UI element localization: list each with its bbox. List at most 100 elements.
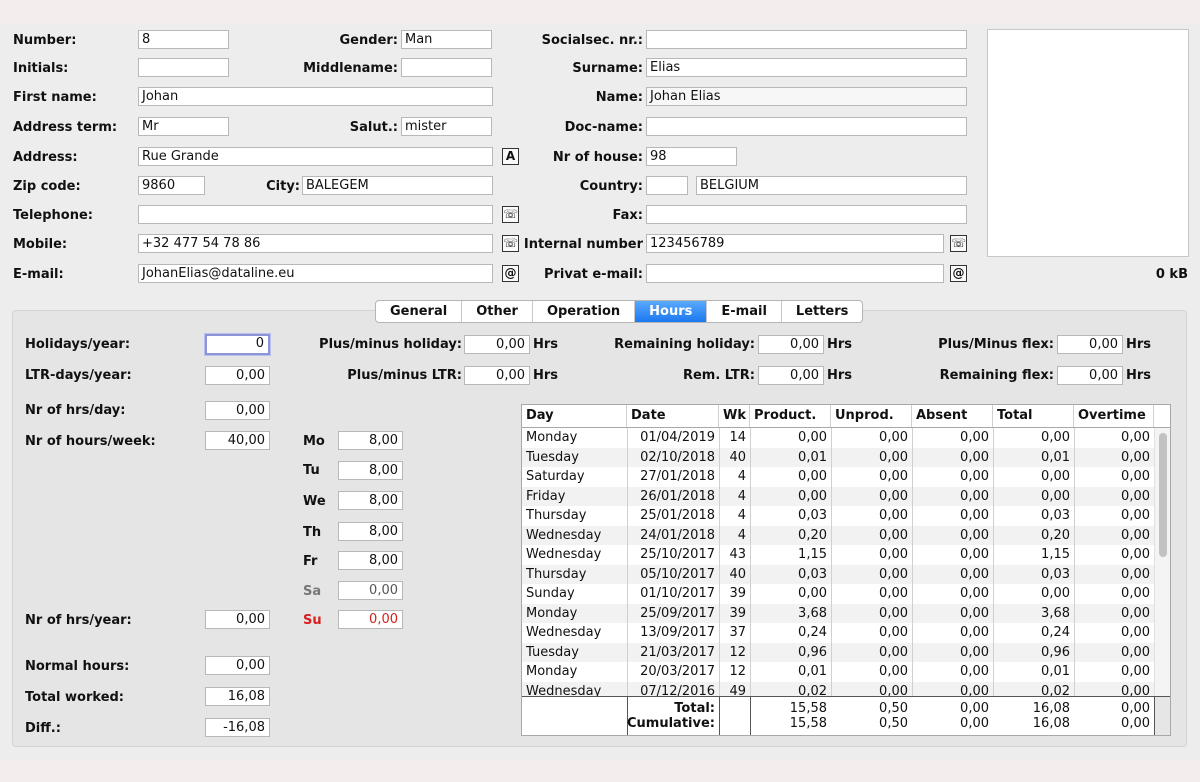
tab-letters[interactable]: Letters [782,301,862,322]
diff-label: Diff.: [25,721,61,736]
number-field[interactable]: 8 [138,30,229,49]
total-total: 16,08 [1032,701,1070,716]
col-overtime[interactable]: Overtime [1074,405,1154,427]
tab-email[interactable]: E-mail [707,301,782,322]
cell-unprod: 0,00 [879,566,908,582]
diff-field[interactable]: -16,08 [205,718,270,737]
name-label: Name: [595,90,643,105]
cell-unprod: 0,00 [879,469,908,484]
table-row[interactable]: Wednesday 24/01/2018 4 0,20 0,00 0,00 0,20 0,00 [522,525,1154,545]
firstname-field[interactable]: Johan [138,87,493,106]
country-code-field[interactable] [646,176,688,195]
normal-field[interactable]: 0,00 [205,656,270,675]
table-row[interactable]: Sunday 01/10/2017 39 0,00 0,00 0,00 0,00 0,00 [522,584,1154,604]
col-divider [1074,428,1075,696]
col-wk[interactable]: Wk [719,405,750,427]
name-field[interactable]: Johan Elias [646,87,967,106]
privemail-send-icon[interactable]: @ [950,265,967,282]
day-field-tu[interactable]: 8,00 [338,461,403,480]
table-row[interactable]: Thursday 05/10/2017 40 0,03 0,00 0,00 0,03 0,00 [522,564,1154,584]
internal-call-icon[interactable]: ☏ [950,235,967,252]
cell-date: 25/09/2017 [640,605,715,621]
cell-overtime: 0,00 [1121,547,1150,562]
normal-label: Normal hours: [25,659,130,674]
day-field-th[interactable]: 8,00 [338,522,403,541]
hrsweek-field[interactable]: 40,00 [205,431,270,450]
cell-unprod: 0,00 [879,625,908,640]
docname-field[interactable] [646,117,967,136]
cell-total: 3,68 [1041,605,1070,621]
cell-wk: 4 [737,469,746,484]
hrsyear-field[interactable]: 0,00 [205,610,270,629]
cumulative-unprod: 0,50 [879,716,908,731]
col-unprod[interactable]: Unprod. [831,405,912,427]
table-row[interactable]: Wednesday 13/09/2017 37 0,24 0,00 0,00 0,24 0,0… [522,623,1154,643]
pm-flex-field[interactable]: 0,00 [1057,335,1123,354]
table-row[interactable]: Tuesday 02/10/2018 40 0,01 0,00 0,00 0,01 0,00 [522,447,1154,467]
pm-holiday-field[interactable]: 0,00 [464,335,530,354]
table-row[interactable]: Monday 25/09/2017 39 3,68 0,00 0,00 3,68 0,00 [522,603,1154,623]
cell-wk: 39 [729,605,746,621]
zip-field[interactable]: 9860 [138,176,205,195]
middlename-field[interactable] [401,58,492,77]
holidays-field[interactable]: 0 [205,334,270,355]
col-product[interactable]: Product. [750,405,831,427]
tab-operation[interactable]: Operation [533,301,636,322]
country-field[interactable]: BELGIUM [696,176,967,195]
col-absent[interactable]: Absent [912,405,993,427]
table-row[interactable]: Monday 01/04/2019 14 0,00 0,00 0,00 0,00 0,00 [522,428,1154,448]
cell-total: 0,00 [1041,488,1070,504]
cell-absent: 0,00 [960,566,989,582]
day-field-su[interactable]: 0,00 [338,610,403,629]
cumulative-absent: 0,00 [960,716,989,731]
address-field[interactable]: Rue Grande [138,147,493,166]
footer-scroll-gap [1155,697,1170,735]
table-row[interactable]: Monday 20/03/2017 12 0,01 0,00 0,00 0,01 0,00 [522,662,1154,682]
mobile-field[interactable]: +32 477 54 78 86 [138,234,493,253]
photo-box[interactable] [987,29,1189,257]
scrollbar-thumb[interactable] [1159,433,1167,557]
tab-hours[interactable]: Hours [635,301,708,322]
table-row[interactable]: Tuesday 21/03/2017 12 0,96 0,00 0,00 0,96 0,00 [522,642,1154,662]
col-total[interactable]: Total [993,405,1074,427]
col-day[interactable]: Day [522,405,627,427]
fax-field[interactable] [646,205,967,224]
day-field-mo[interactable]: 8,00 [338,431,403,450]
houseno-field[interactable]: 98 [646,147,737,166]
day-field-fr[interactable]: 8,00 [338,551,403,570]
salut-field[interactable]: mister [401,117,492,136]
gender-field[interactable]: Man [401,30,492,49]
rem-ltr-label: Rem. LTR: [682,368,755,383]
internal-field[interactable]: 123456789 [646,234,944,253]
day-field-we[interactable]: 8,00 [338,491,403,510]
cell-unprod: 0,00 [879,488,908,504]
initials-field[interactable] [138,58,229,77]
tab-other[interactable]: Other [462,301,533,322]
col-date[interactable]: Date [627,405,719,427]
day-label-mo: Mo [303,434,325,449]
privemail-field[interactable] [646,264,944,283]
table-row[interactable]: Wednesday 25/10/2017 43 1,15 0,00 0,00 1,15 0,0… [522,545,1154,565]
rem-holiday-field[interactable]: 0,00 [758,335,824,354]
city-field[interactable]: BALEGEM [302,176,493,195]
email-field[interactable]: JohanElias@dataline.eu [138,264,493,283]
addressterm-field[interactable]: Mr [138,117,229,136]
rem-ltr-field[interactable]: 0,00 [758,366,824,385]
table-row[interactable]: Friday 26/01/2018 4 0,00 0,00 0,00 0,00 0,00 [522,486,1154,506]
hrsday-field[interactable]: 0,00 [205,401,270,420]
hrsyear-label: Nr of hrs/year: [25,613,132,628]
ltrdays-field[interactable]: 0,00 [205,366,270,385]
pm-ltr-field[interactable]: 0,00 [464,366,530,385]
telephone-field[interactable] [138,205,493,224]
rem-flex-field[interactable]: 0,00 [1057,366,1123,385]
socialsec-field[interactable] [646,30,967,49]
day-field-sa[interactable]: 0,00 [338,581,403,600]
cell-day: Sunday [526,586,575,601]
table-scrollbar[interactable] [1154,428,1170,696]
worked-field[interactable]: 16,08 [205,687,270,706]
table-row[interactable]: Saturday 27/01/2018 4 0,00 0,00 0,00 0,00 0,00 [522,467,1154,487]
surname-field[interactable]: Elias [646,58,967,77]
table-row[interactable]: Thursday 25/01/2018 4 0,03 0,00 0,00 0,03 0,00 [522,506,1154,526]
cell-day: Wednesday [526,527,602,543]
tab-general[interactable]: General [376,301,463,322]
